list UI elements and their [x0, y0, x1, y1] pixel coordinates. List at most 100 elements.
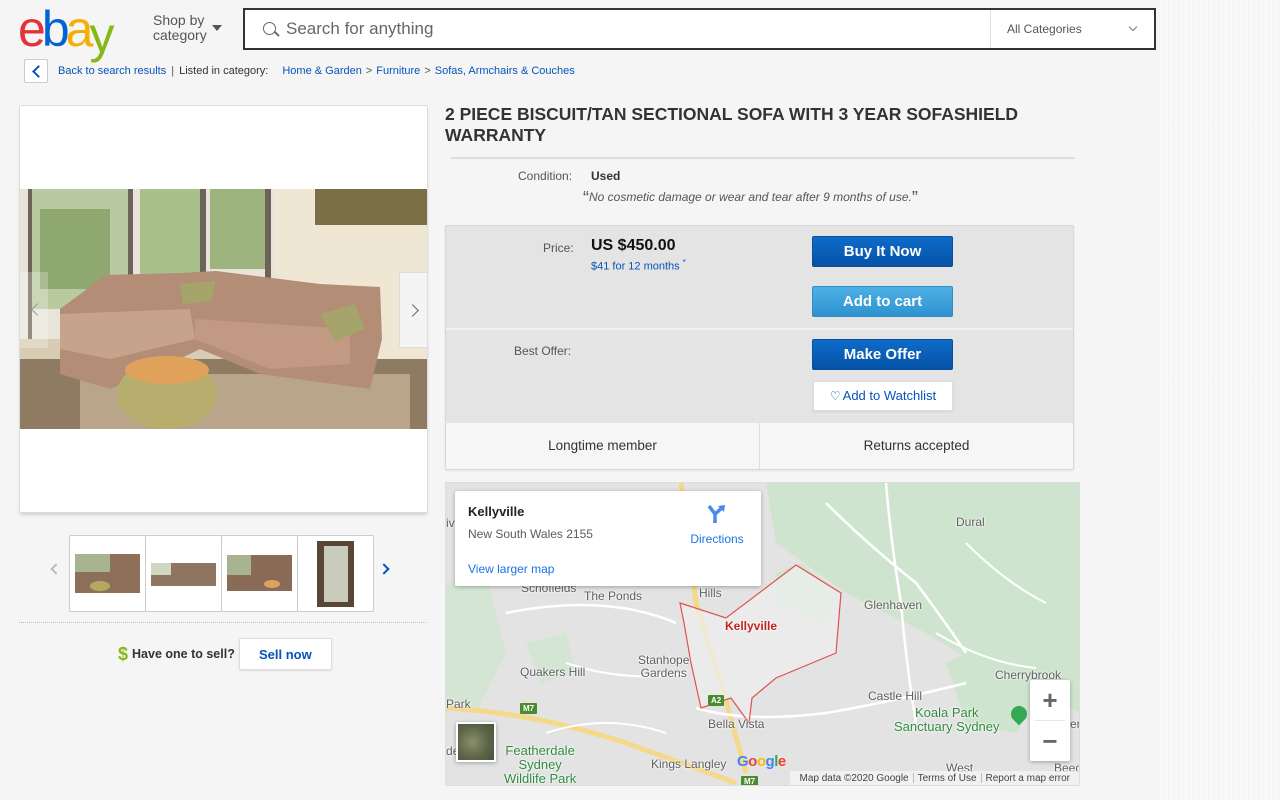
- road-shield-m7: M7: [520, 703, 538, 714]
- terms-of-use-link[interactable]: Terms of Use: [914, 773, 981, 784]
- sell-promo: $ Have one to sell? Sell now: [118, 638, 332, 670]
- item-title: 2 PIECE BISCUIT/TAN SECTIONAL SOFA WITH …: [445, 104, 1019, 145]
- thumbnails-next-arrow-icon[interactable]: [378, 563, 390, 575]
- dollar-icon: $: [118, 643, 129, 664]
- map-place-address: New South Wales 2155: [468, 527, 593, 541]
- shop-by-category-button[interactable]: Shop by category: [153, 13, 207, 43]
- back-arrow-button[interactable]: [24, 59, 48, 83]
- breadcrumb-separator: >: [365, 65, 373, 77]
- back-to-results-link[interactable]: Back to search results: [58, 65, 166, 77]
- directions-icon: [707, 504, 725, 523]
- thumbnail-1[interactable]: [69, 535, 146, 612]
- section-divider: [19, 622, 426, 623]
- map-place-name: Kellyville: [468, 504, 525, 519]
- directions-button[interactable]: Directions: [687, 503, 747, 546]
- map-zoom-controls: + −: [1030, 680, 1070, 761]
- map-label-line: Featherdale: [505, 743, 575, 758]
- map-label-line: Koala Park: [914, 705, 979, 720]
- map-label-park: Park: [446, 697, 471, 711]
- map-label-glenhaven: Glenhaven: [864, 598, 923, 612]
- search-input[interactable]: [286, 17, 986, 41]
- logo-letter: e: [18, 1, 46, 57]
- view-larger-map-link[interactable]: View larger map: [468, 562, 554, 576]
- map-label-dural: Dural: [956, 515, 985, 529]
- badge-returns-accepted: Returns accepted: [759, 423, 1073, 469]
- financing-text: $41 for 12 months: [591, 260, 680, 273]
- price-value: US $450.00: [591, 237, 676, 254]
- buy-box-divider: [446, 328, 1073, 330]
- location-map[interactable]: iv Dural Schofields The Ponds Hills Glen…: [445, 482, 1080, 786]
- breadcrumb-separator: >: [424, 65, 431, 77]
- main-image-panel: [19, 105, 428, 513]
- map-label-kellyville: Kellyville: [725, 619, 778, 633]
- map-label-featherdale: Featherdale Sydney Wildlife Park: [504, 744, 576, 786]
- condition-label: Condition:: [518, 169, 573, 183]
- satellite-view-toggle[interactable]: [456, 722, 496, 762]
- buy-box: Price: US $450.00 $41 for 12 months * Buy…: [445, 225, 1074, 470]
- condition-value: Used: [591, 169, 621, 183]
- report-map-error-link[interactable]: Report a map error: [982, 773, 1074, 784]
- road-shield-m7: M7: [741, 776, 759, 785]
- map-label-line: Sanctuary Sydney: [894, 719, 1000, 734]
- main-product-photo[interactable]: [20, 189, 427, 429]
- breadcrumb-furniture[interactable]: Furniture: [376, 65, 420, 77]
- financing-link[interactable]: $41 for 12 months *: [591, 258, 686, 273]
- condition-note-text: No cosmetic damage or wear and tear afte…: [589, 190, 912, 204]
- thumbnail-strip: [69, 535, 374, 612]
- thumbnails-prev-arrow-icon[interactable]: [50, 563, 62, 575]
- previous-photo-button[interactable]: [20, 272, 48, 348]
- map-label-er: er: [1070, 717, 1080, 731]
- sell-now-button[interactable]: Sell now: [238, 638, 332, 670]
- google-logo: Google: [737, 753, 786, 770]
- open-quote-icon: “: [583, 188, 589, 208]
- chevron-down-icon: [1128, 22, 1138, 32]
- thumbnail-2[interactable]: [145, 535, 222, 612]
- page-background-texture: [1160, 0, 1280, 800]
- map-label-the-ponds: The Ponds: [584, 589, 643, 603]
- close-quote-icon: ”: [911, 188, 918, 208]
- price-label: Price:: [543, 241, 574, 255]
- map-label-iv: iv: [446, 516, 455, 530]
- category-select[interactable]: All Categories: [990, 10, 1154, 48]
- map-label-hills: Hills: [699, 586, 722, 600]
- financing-footnote-mark: *: [682, 258, 686, 267]
- search-bar: All Categories: [243, 8, 1156, 50]
- breadcrumb: Back to search results | Listed in categor…: [58, 65, 575, 77]
- best-offer-label: Best Offer:: [514, 344, 572, 358]
- breadcrumb-home-garden[interactable]: Home & Garden: [282, 65, 361, 77]
- buy-it-now-button[interactable]: Buy It Now: [812, 236, 953, 267]
- watchlist-label: Add to Watchlist: [842, 388, 937, 403]
- heart-icon: ♡: [829, 389, 841, 403]
- zoom-out-button[interactable]: −: [1030, 721, 1070, 761]
- search-icon: [263, 22, 276, 35]
- next-photo-button[interactable]: [399, 272, 427, 348]
- category-select-value: All Categories: [1007, 22, 1082, 36]
- map-label-line: Gardens: [640, 666, 687, 680]
- add-to-cart-button[interactable]: Add to cart: [812, 286, 953, 317]
- breadcrumb-divider: |: [171, 65, 175, 77]
- map-label-castle-hill: Castle Hill: [868, 689, 923, 703]
- ebay-logo[interactable]: ebay: [18, 1, 114, 60]
- make-offer-button[interactable]: Make Offer: [812, 339, 953, 370]
- title-divider: [451, 157, 1075, 159]
- shop-by-label: category: [153, 27, 207, 43]
- logo-letter: y: [89, 7, 114, 63]
- road-shield-a2: A2: [708, 695, 725, 706]
- map-label-line: Sydney: [518, 757, 562, 772]
- map-label-line: Stanhope: [638, 653, 690, 667]
- thumbnail-4[interactable]: [297, 535, 374, 612]
- add-to-watchlist-button[interactable]: ♡ Add to Watchlist: [813, 381, 953, 411]
- breadcrumb-sofas[interactable]: Sofas, Armchairs & Couches: [435, 65, 575, 77]
- map-label-kings-langley: Kings Langley: [651, 757, 727, 771]
- caret-down-icon[interactable]: [212, 25, 222, 31]
- thumbnail-3[interactable]: [221, 535, 298, 612]
- logo-letter: a: [65, 1, 94, 57]
- map-info-window: Kellyville New South Wales 2155 View lar…: [455, 491, 761, 586]
- listed-in-label: Listed in category:: [179, 65, 269, 77]
- map-label-quakers-hill: Quakers Hill: [520, 665, 586, 679]
- zoom-in-button[interactable]: +: [1030, 680, 1070, 720]
- map-label-bella-vista: Bella Vista: [708, 717, 765, 731]
- directions-label: Directions: [690, 532, 744, 546]
- map-footer: Map data ©2020 Google Terms of Use Repor…: [790, 771, 1079, 785]
- logo-letter: b: [41, 1, 70, 57]
